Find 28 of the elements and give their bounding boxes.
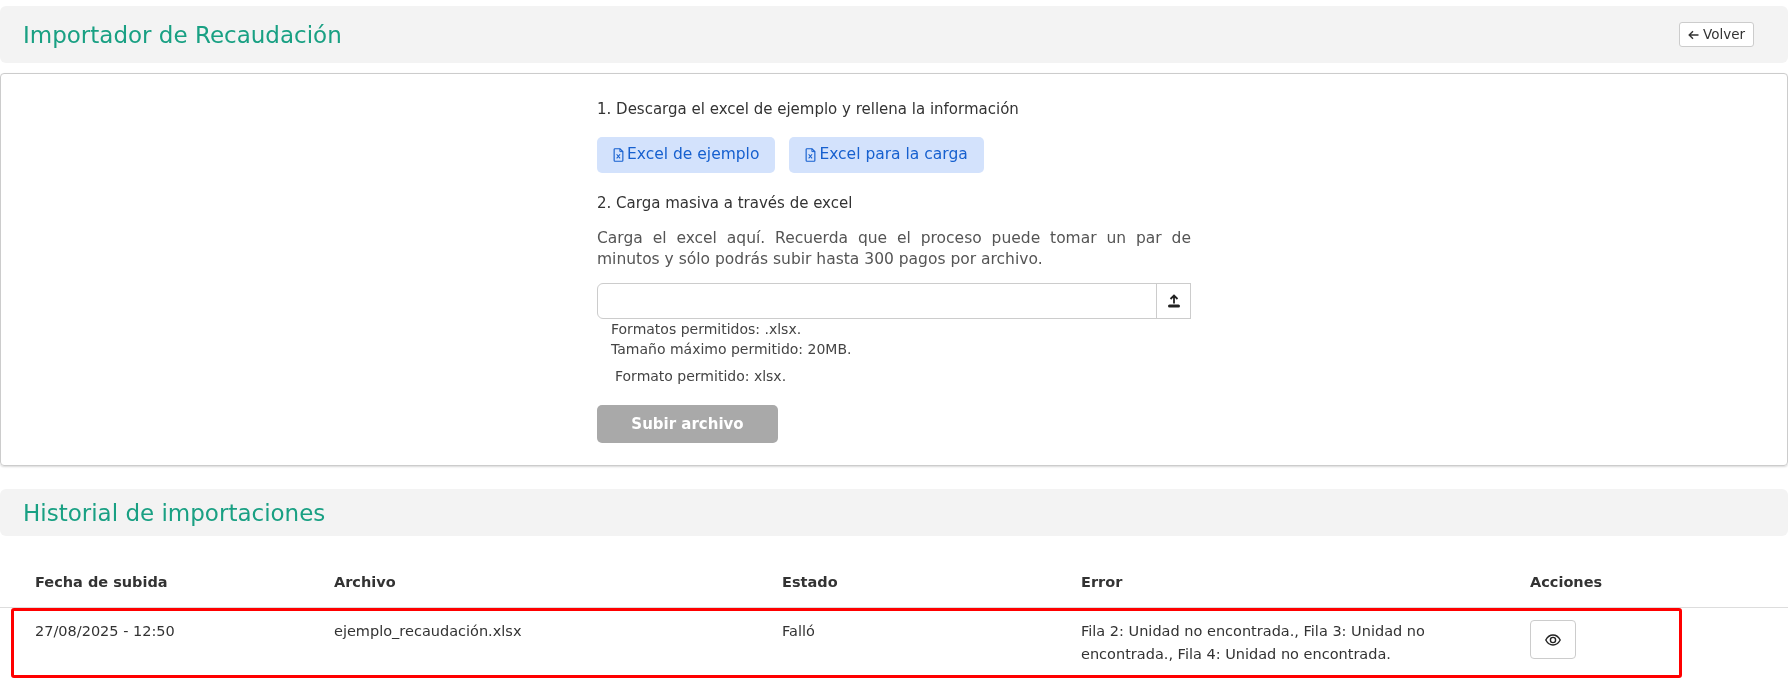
- column-header: Error: [1081, 573, 1124, 592]
- page-title: Importador de Recaudación: [23, 20, 342, 50]
- file-icon: [613, 148, 624, 162]
- column-header: Fecha de subida: [35, 573, 169, 592]
- help-text: Tamaño máximo permitido: 20MB.: [610, 340, 853, 359]
- upload-button[interactable]: [1156, 283, 1191, 319]
- table-cell-text: 27/08/2025 - 12:50: [35, 622, 176, 641]
- arrow-left-icon: [1687, 29, 1699, 40]
- help-text: Formatos permitidos: .xlsx.: [610, 320, 803, 339]
- download-button[interactable]: Excel para la carga: [789, 137, 984, 173]
- upload-icon: [1166, 294, 1181, 308]
- column-header: Acciones: [1530, 573, 1604, 592]
- section-title: Historial de importaciones: [23, 498, 326, 528]
- file-icon: [805, 148, 817, 162]
- view-button[interactable]: [1530, 620, 1576, 659]
- help-text: Formato permitido: xlsx.: [614, 367, 788, 386]
- table-cell-text: Falló: [782, 622, 816, 641]
- column-header: Archivo: [334, 573, 397, 592]
- step-heading: 2. Carga masiva a través de excel: [597, 193, 854, 214]
- step-heading: 1. Descarga el excel de ejemplo y rellena la información: [597, 99, 1020, 120]
- instructions-text: Carga el excel aquí. Recuerda que el proceso puede tomar un par de minutos y sólo podrás subir hasta 300 pagos por archivo.: [597, 228, 1191, 270]
- download-button[interactable]: Excel de ejemplo: [597, 137, 776, 173]
- back-button[interactable]: Volver: [1678, 22, 1754, 47]
- table-cell-text: Fila 2: Unidad no encontrada., Fila 3: Unidad no encontrada., Fila 4: Unidad no encontrada.: [1081, 622, 1426, 664]
- table-cell-text: ejemplo_recaudación.xlsx: [334, 622, 523, 641]
- column-header: Estado: [782, 573, 839, 592]
- file-field[interactable]: [597, 283, 1157, 319]
- eye-icon: [1545, 633, 1561, 646]
